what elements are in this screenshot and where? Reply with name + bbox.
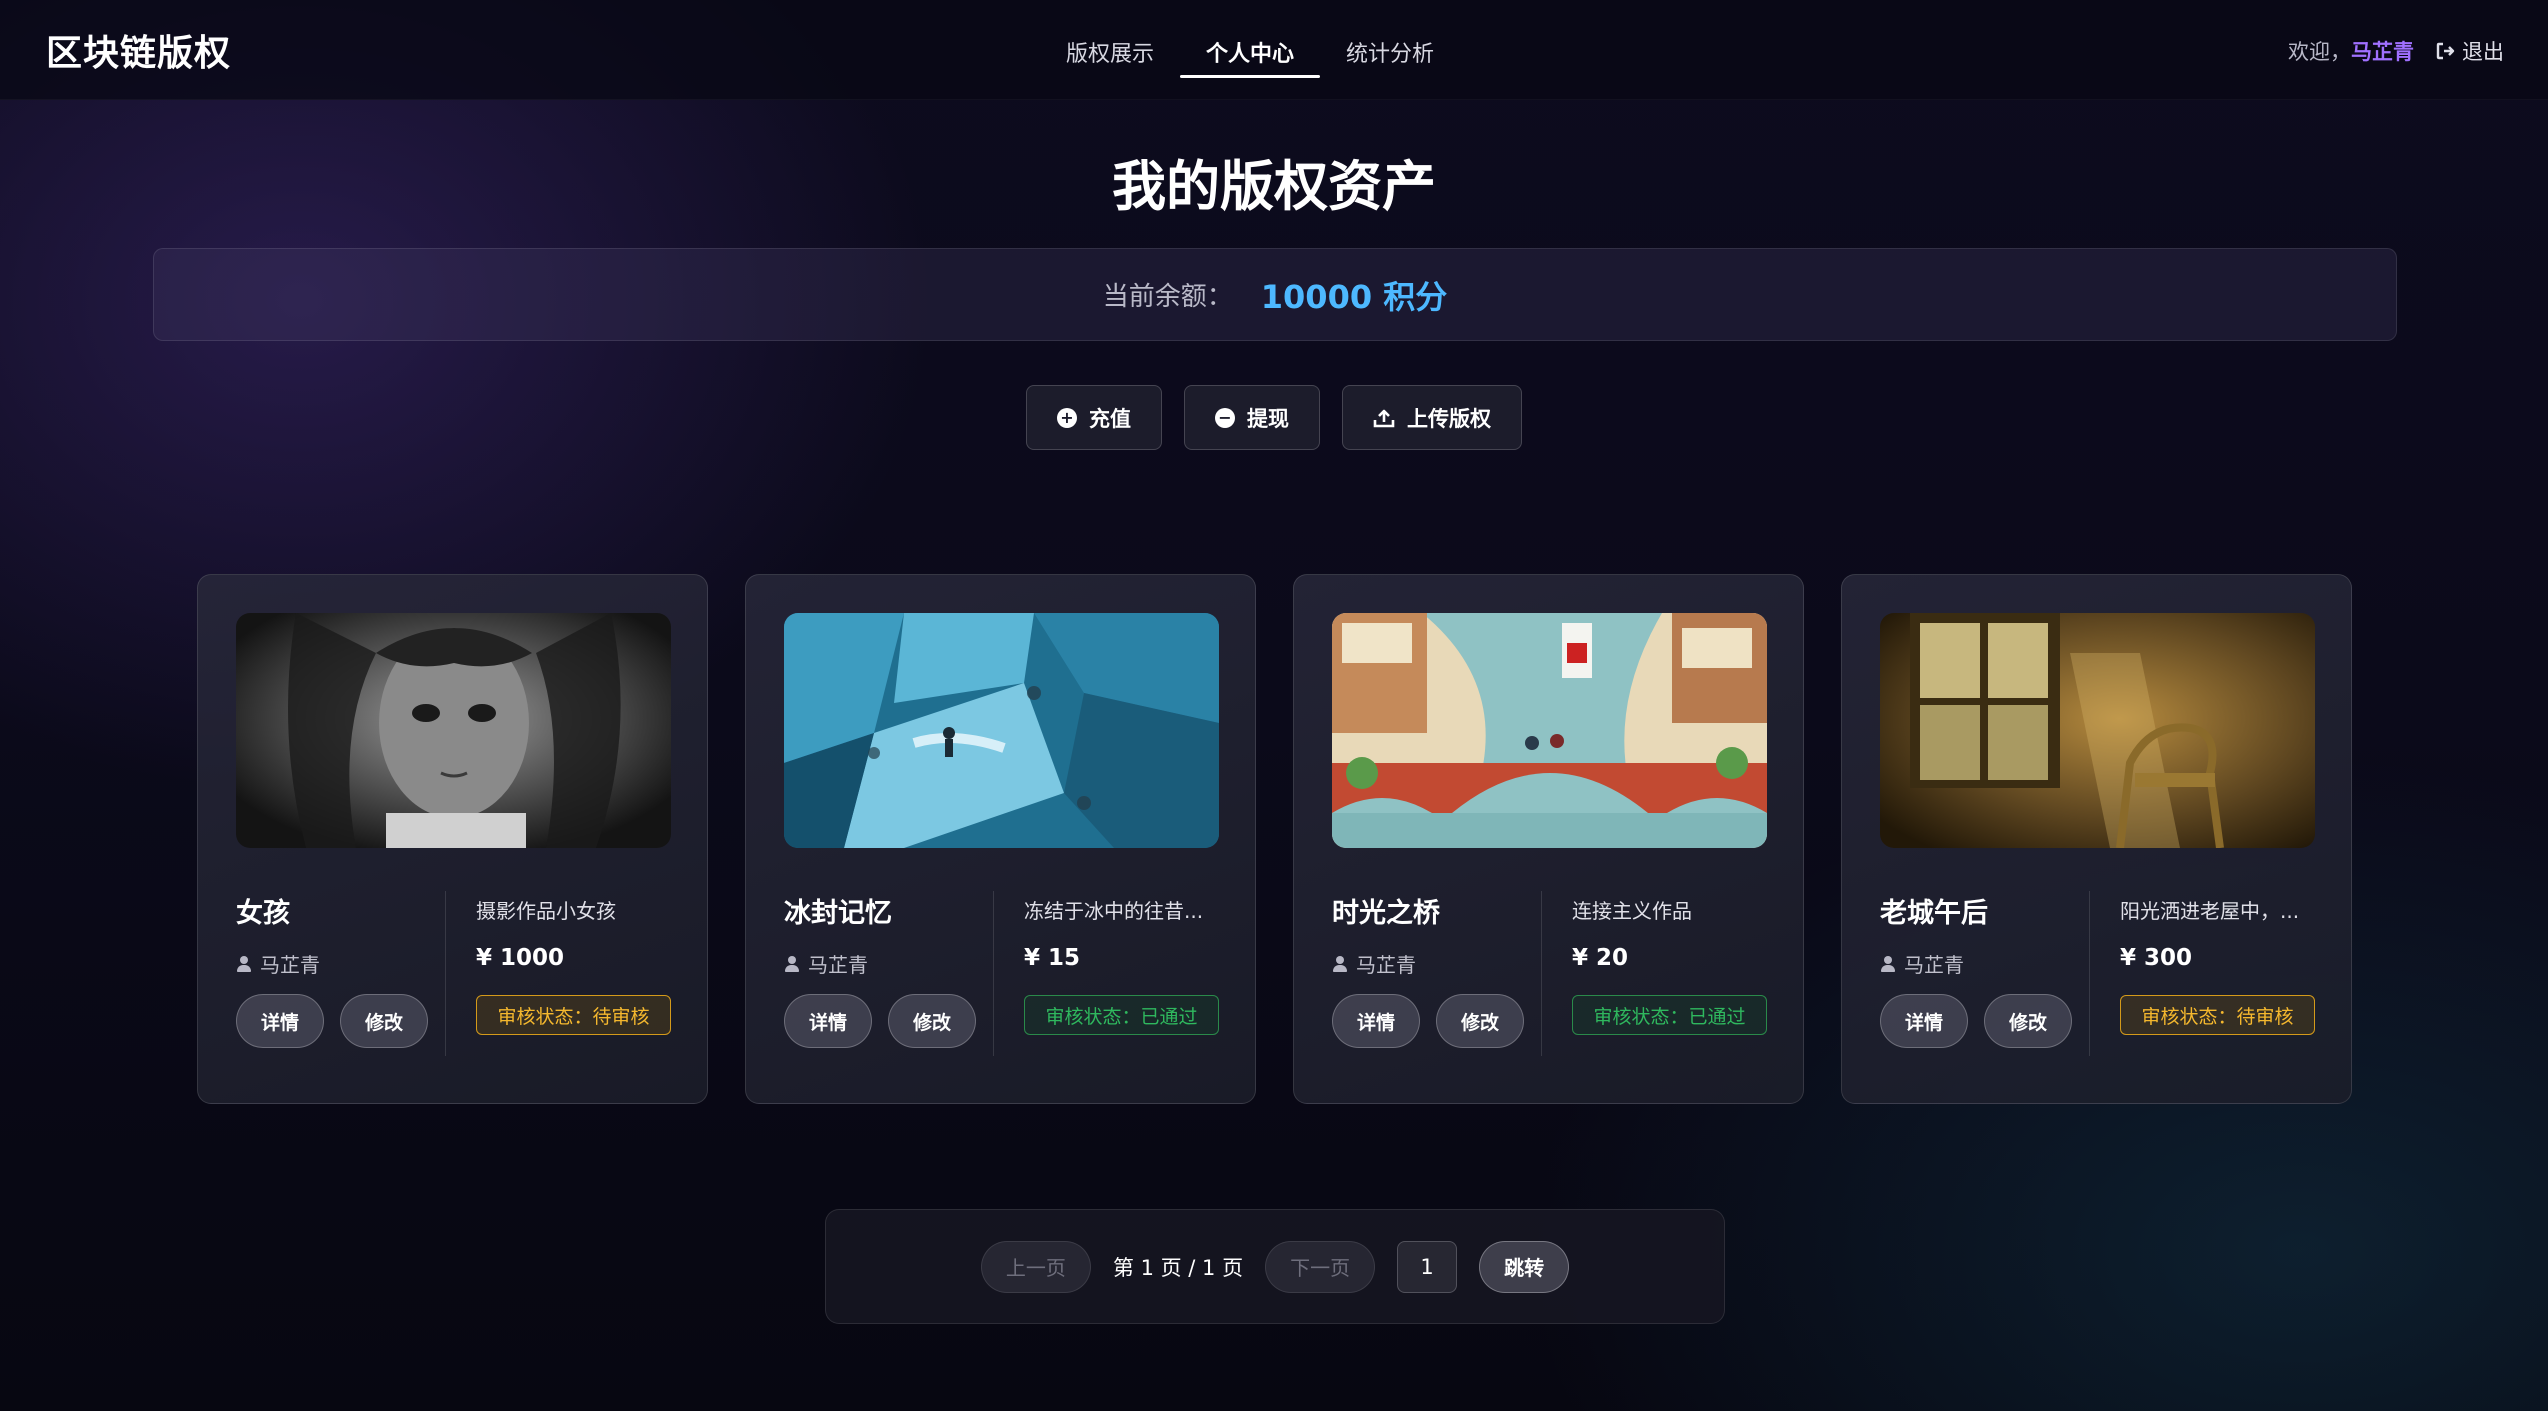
plus-circle-icon: + <box>1057 407 1077 428</box>
artwork-image-old-town-afternoon <box>1880 613 2315 848</box>
card-title: 时光之桥 <box>1332 898 1440 929</box>
welcome-text: 欢迎，马芷青 <box>2288 40 2414 64</box>
card-author: 马芷青 <box>784 949 994 978</box>
artwork-image-bridge-of-time <box>1332 613 1767 848</box>
status-badge: 审核状态：已通过 <box>1024 995 1219 1035</box>
artwork-image-girl <box>236 613 671 848</box>
prev-page-button[interactable]: 上一页 <box>980 1240 1091 1293</box>
card-divider <box>445 891 446 1056</box>
balance-label: 当前余额： <box>1102 282 1233 312</box>
status-badge: 审核状态：待审核 <box>2120 995 2315 1035</box>
minus-circle-icon: − <box>1215 407 1235 428</box>
user-area: 欢迎，马芷青 退出 <box>2288 36 2504 66</box>
card-price: ¥ 1000 <box>476 945 565 971</box>
jump-button[interactable]: 跳转 <box>1479 1240 1570 1293</box>
recharge-button[interactable]: + 充值 <box>1026 385 1162 450</box>
card-author: 马芷青 <box>236 949 446 978</box>
username[interactable]: 马芷青 <box>2351 40 2414 64</box>
edit-button[interactable]: 修改 <box>888 994 977 1048</box>
card-divider <box>1541 891 1542 1056</box>
detail-button[interactable]: 详情 <box>1332 994 1421 1048</box>
withdraw-button[interactable]: − 提现 <box>1184 385 1320 450</box>
edit-button[interactable]: 修改 <box>1436 994 1525 1048</box>
page-info: 第 1 页 / 1 页 <box>1112 1255 1244 1280</box>
upload-label: 上传版权 <box>1407 406 1491 431</box>
card-description: 摄影作品小女孩 <box>476 899 616 923</box>
upload-copyright-button[interactable]: 上传版权 <box>1342 385 1522 450</box>
nav-tabs: 版权展示 个人中心 统计分析 <box>1040 0 1460 100</box>
artwork-image-frozen-memory <box>784 613 1219 848</box>
brand-logo[interactable]: 区块链版权 <box>46 24 231 76</box>
asset-card: 时光之桥 马芷青 详情 修改 连接主义作品 ¥ 20 审核状态：已通过 <box>1293 574 1804 1104</box>
card-description: 连接主义作品 <box>1572 899 1692 923</box>
withdraw-label: 提现 <box>1247 406 1289 431</box>
recharge-label: 充值 <box>1089 406 1131 431</box>
card-price: ¥ 15 <box>1024 945 1081 971</box>
edit-button[interactable]: 修改 <box>340 994 429 1048</box>
top-navbar: 区块链版权 版权展示 个人中心 统计分析 欢迎，马芷青 退出 <box>0 0 2548 100</box>
asset-card: 冰封记忆 马芷青 详情 修改 冻结于冰中的往昔... ¥ 15 审核状态：已通过 <box>745 574 1256 1104</box>
user-icon <box>1332 955 1348 973</box>
card-title: 女孩 <box>236 898 290 929</box>
card-price: ¥ 300 <box>2120 945 2193 971</box>
card-title: 冰封记忆 <box>784 898 892 929</box>
user-icon <box>784 955 800 973</box>
page-title: 我的版权资产 <box>1112 155 1436 218</box>
asset-card-list: 女孩 马芷青 详情 修改 摄影作品小女孩 ¥ 1000 审核状态：待审核 冰封记… <box>197 574 2352 1104</box>
card-description: 冻结于冰中的往昔... <box>1024 899 1204 923</box>
card-author: 马芷青 <box>1332 949 1542 978</box>
logout-button[interactable]: 退出 <box>2436 36 2504 66</box>
upload-icon <box>1373 409 1395 427</box>
page-number-input[interactable] <box>1397 1240 1458 1293</box>
detail-button[interactable]: 详情 <box>784 994 873 1048</box>
card-description: 阳光洒进老屋中，... <box>2120 899 2300 923</box>
tab-statistics[interactable]: 统计分析 <box>1320 0 1460 100</box>
asset-card: 女孩 马芷青 详情 修改 摄影作品小女孩 ¥ 1000 审核状态：待审核 <box>197 574 708 1104</box>
card-price: ¥ 20 <box>1572 945 1629 971</box>
card-author: 马芷青 <box>1880 949 2090 978</box>
tab-personal-center[interactable]: 个人中心 <box>1180 0 1321 100</box>
edit-button[interactable]: 修改 <box>1984 994 2073 1048</box>
logout-icon <box>2436 42 2455 60</box>
status-badge: 审核状态：已通过 <box>1572 995 1767 1035</box>
user-icon <box>236 955 252 973</box>
card-divider <box>2089 891 2090 1056</box>
card-title: 老城午后 <box>1880 898 1988 929</box>
detail-button[interactable]: 详情 <box>1880 994 1969 1048</box>
status-badge: 审核状态：待审核 <box>476 995 671 1035</box>
asset-card: 老城午后 马芷青 详情 修改 阳光洒进老屋中，... ¥ 300 审核状态：待审… <box>1841 574 2352 1104</box>
balance-panel: 当前余额： 10000 积分 <box>153 248 2397 341</box>
balance-value: 10000 积分 <box>1260 277 1448 316</box>
user-icon <box>1880 955 1896 973</box>
tab-copyright-display[interactable]: 版权展示 <box>1040 0 1180 100</box>
pagination: 上一页 第 1 页 / 1 页 下一页 跳转 <box>825 1209 1725 1324</box>
card-divider <box>993 891 994 1056</box>
next-page-button[interactable]: 下一页 <box>1265 1240 1376 1293</box>
logout-label: 退出 <box>2462 40 2504 64</box>
detail-button[interactable]: 详情 <box>236 994 325 1048</box>
action-buttons: + 充值 − 提现 上传版权 <box>0 385 2548 450</box>
